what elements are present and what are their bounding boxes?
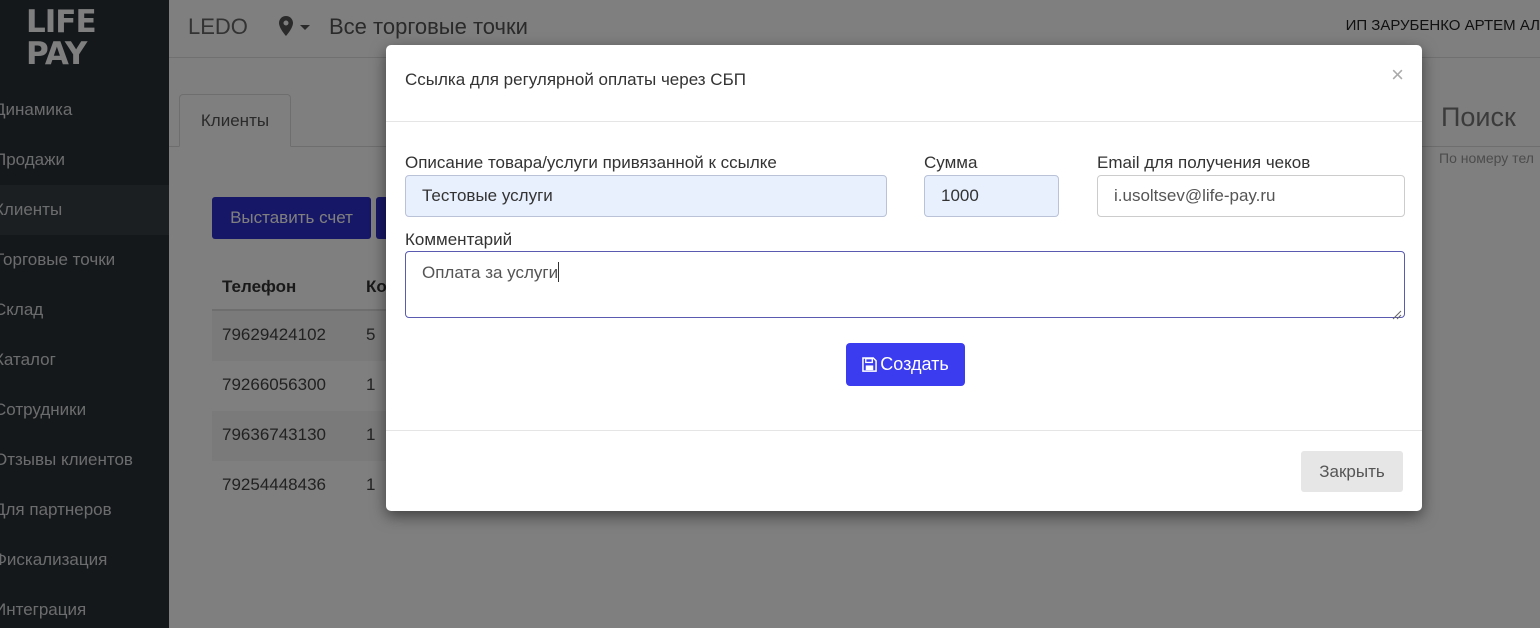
- comment-textarea[interactable]: Оплата за услуги: [405, 251, 1405, 320]
- close-icon[interactable]: ×: [1391, 63, 1404, 87]
- create-button[interactable]: Создать: [846, 343, 965, 386]
- text-cursor: [558, 262, 560, 282]
- modal-title: Ссылка для регулярной оплаты через СБП: [405, 70, 746, 89]
- sbp-link-modal: Ссылка для регулярной оплаты через СБП ×…: [386, 45, 1422, 511]
- modal-header: Ссылка для регулярной оплаты через СБП ×: [386, 45, 1422, 122]
- resize-handle-icon[interactable]: [1392, 305, 1402, 320]
- description-input[interactable]: Тестовые услуги: [405, 175, 887, 217]
- comment-text: Оплата за услуги: [422, 263, 559, 282]
- description-label: Описание товара/услуги привязанной к ссы…: [405, 153, 777, 172]
- email-input[interactable]: i.usoltsev@life-pay.ru: [1097, 175, 1405, 217]
- close-button[interactable]: Закрыть: [1301, 451, 1403, 492]
- modal-footer: Закрыть: [386, 430, 1422, 511]
- comment-label: Комментарий: [405, 230, 513, 249]
- amount-label: Сумма: [924, 153, 978, 172]
- amount-input[interactable]: 1000: [924, 175, 1059, 217]
- email-label: Email для получения чеков: [1097, 153, 1311, 172]
- create-button-label: Создать: [880, 354, 949, 374]
- floppy-disk-icon: [862, 357, 878, 372]
